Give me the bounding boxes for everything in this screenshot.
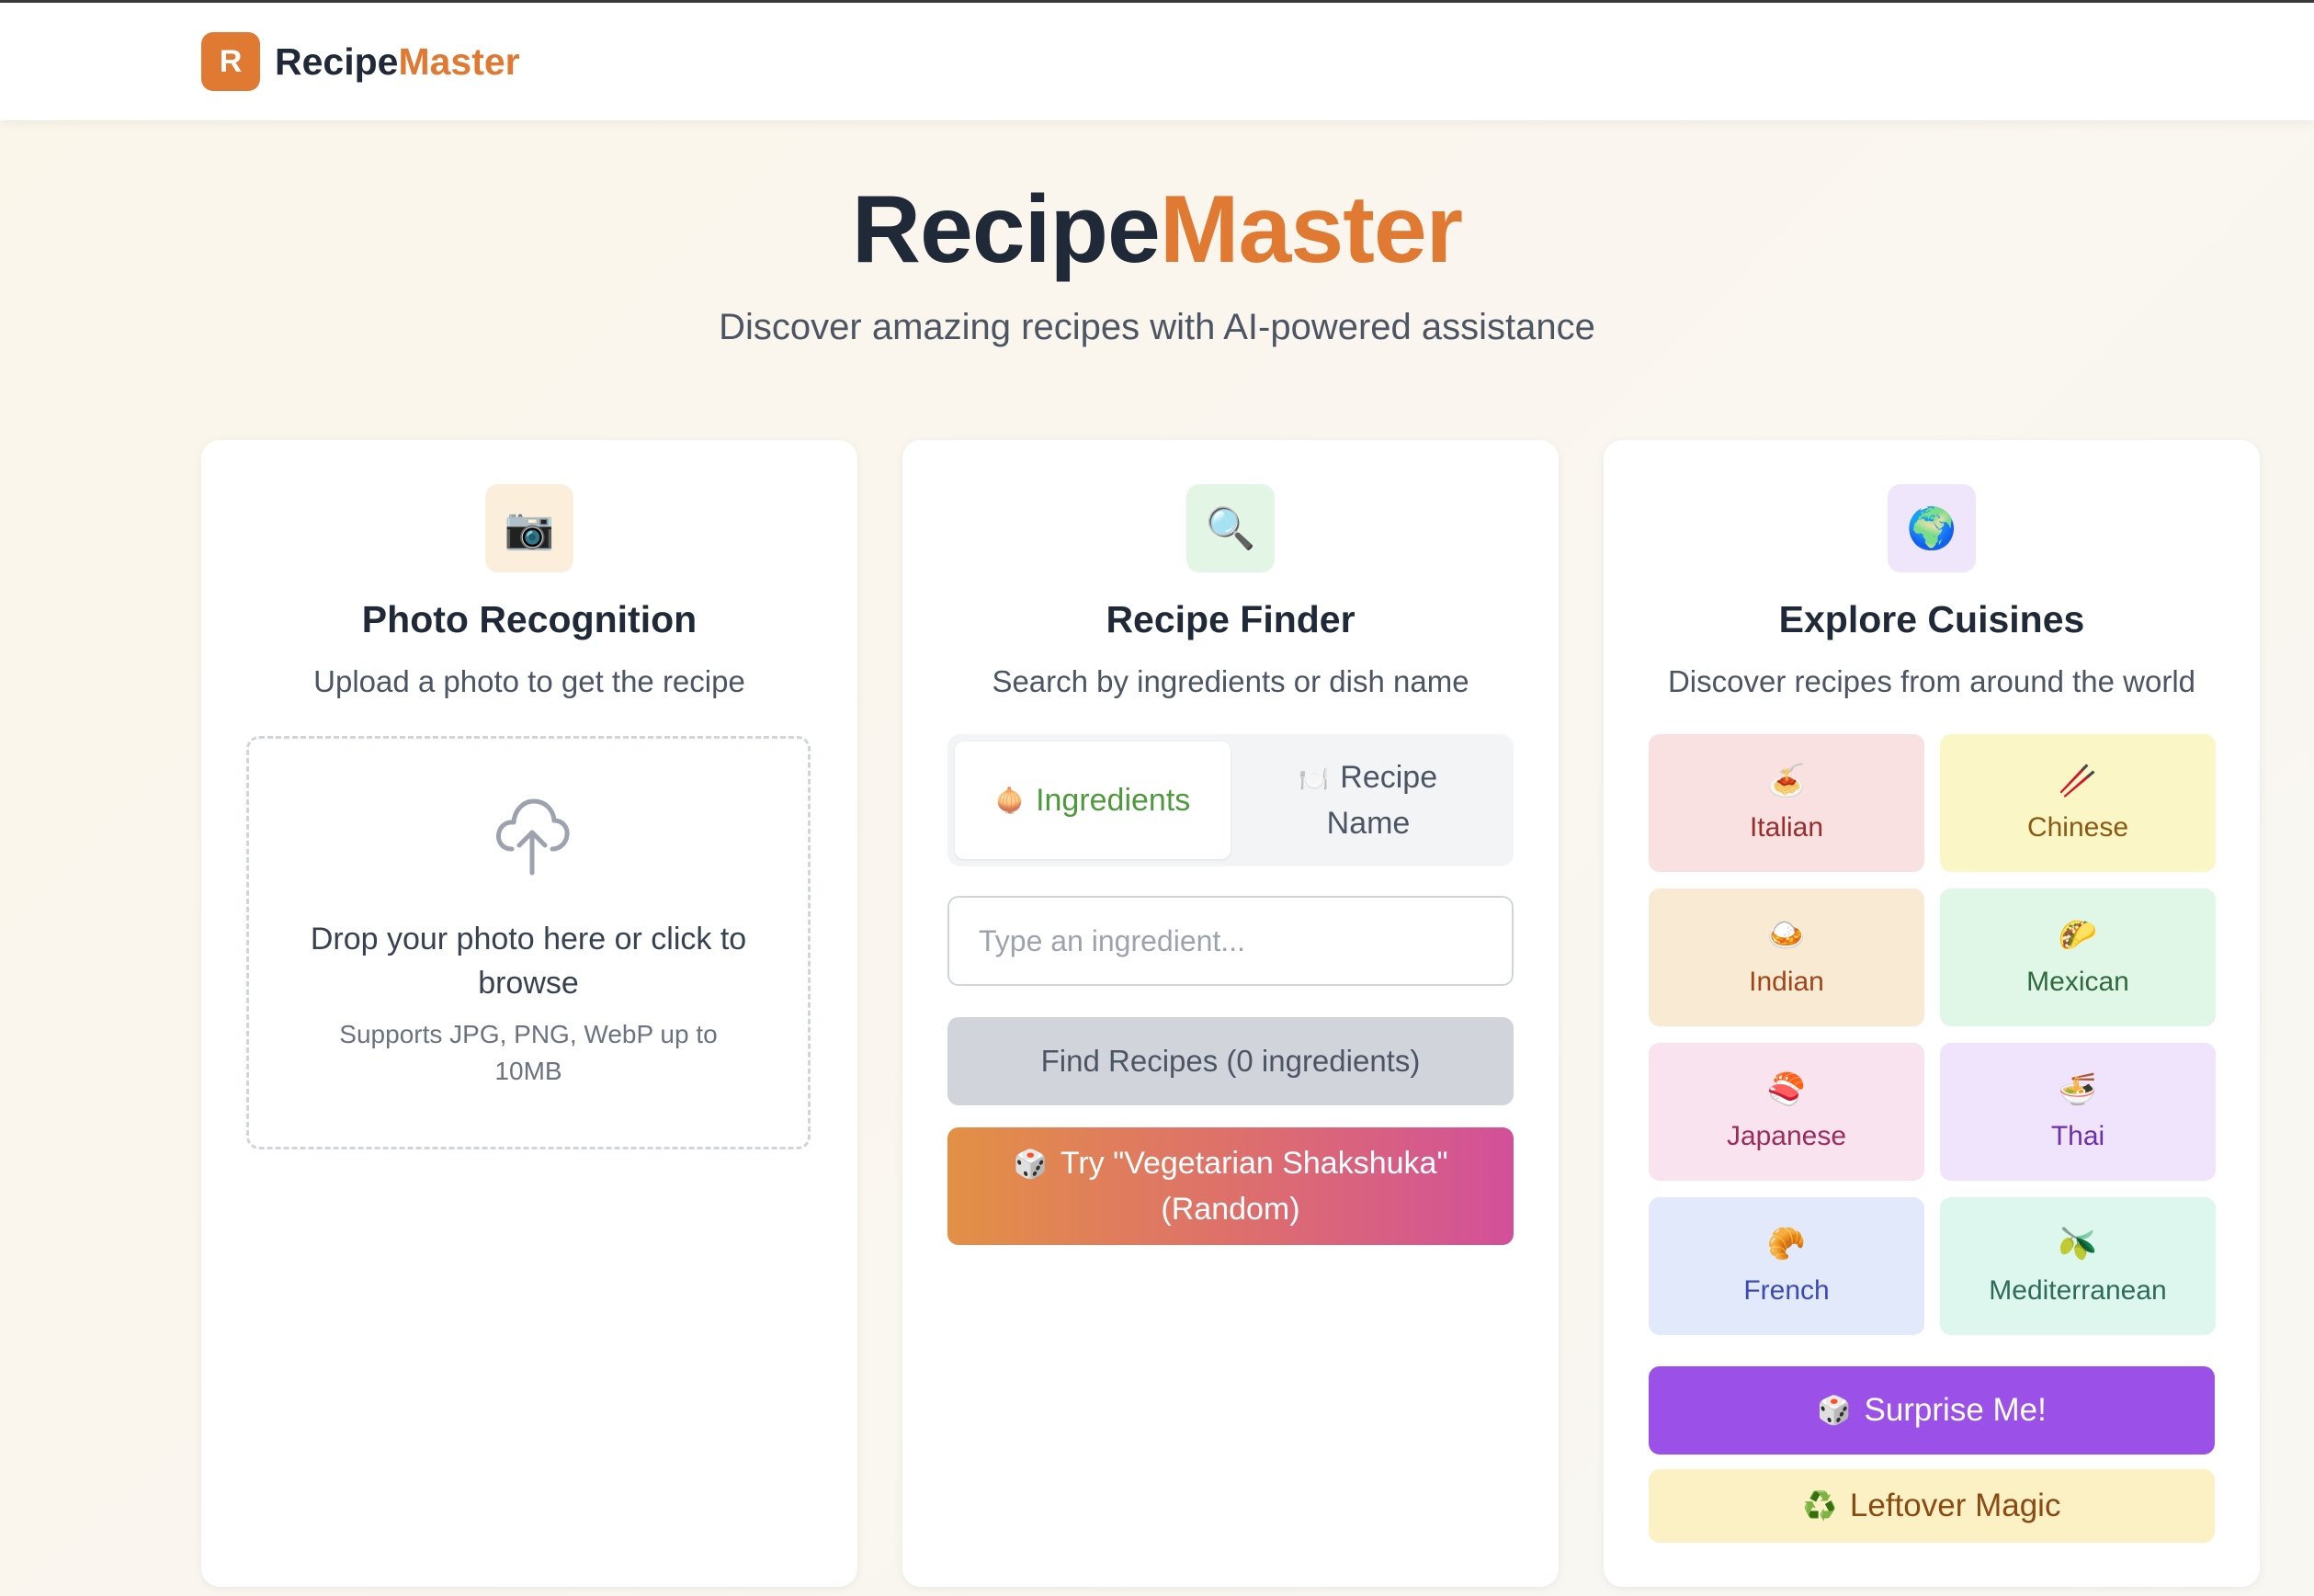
cuisine-mediterranean[interactable]: 🫒 Mediterranean (1940, 1197, 2216, 1335)
recipe-finder-card: 🔍 Recipe Finder Search by ingredients or… (902, 440, 1559, 1587)
cuisine-french[interactable]: 🥐 French (1649, 1197, 1924, 1335)
search-mode-tabs: 🧅 Ingredients 🍽️ Recipe Name (947, 734, 1514, 866)
onion-icon: 🧅 (994, 787, 1026, 814)
cuisine-label: Indian (1749, 967, 1824, 997)
cuisine-label: Thai (2050, 1121, 2105, 1151)
cuisine-mexican[interactable]: 🌮 Mexican (1940, 889, 2216, 1026)
cuisine-italian[interactable]: 🍝 Italian (1649, 734, 1924, 872)
plate-icon: 🍽️ (1299, 765, 1330, 793)
find-recipes-button[interactable]: Find Recipes (0 ingredients) (947, 1017, 1514, 1105)
card-title: Recipe Finder (1106, 598, 1356, 640)
cuisine-thai[interactable]: 🍜 Thai (1940, 1043, 2216, 1181)
cuisine-japanese[interactable]: 🍣 Japanese (1649, 1043, 1924, 1181)
cuisine-label: Mediterranean (1989, 1275, 2167, 1306)
dice-icon: 🎲 (1013, 1149, 1048, 1180)
brand-name-part2: Master (398, 40, 520, 83)
hero-title: RecipeMaster (0, 175, 2314, 285)
curry-icon: 🍛 (1766, 918, 1807, 953)
surprise-me-button[interactable]: 🎲 Surprise Me! (1649, 1366, 2215, 1455)
cuisine-label: Japanese (1726, 1121, 1847, 1151)
cuisine-chinese[interactable]: 🥢 Chinese (1940, 734, 2216, 872)
dice-icon: 🎲 (1817, 1395, 1852, 1426)
olive-icon: 🫒 (2058, 1227, 2098, 1262)
camera-icon: 📷 (485, 484, 573, 572)
chopsticks-icon: 🥢 (2058, 764, 2098, 798)
tab-recipe-name[interactable]: 🍽️ Recipe Name (1231, 741, 1506, 859)
photo-dropzone[interactable]: Drop your photo here or click to browse … (246, 736, 811, 1149)
ingredient-input[interactable] (947, 896, 1514, 986)
cloud-upload-icon (496, 798, 570, 876)
pasta-icon: 🍝 (1766, 764, 1807, 798)
globe-icon-glyph: 🌍 (1906, 506, 1957, 551)
dropzone-file-types: Supports JPG, PNG, WebP up to 10MB (339, 1020, 718, 1085)
surprise-button-label: Surprise Me! (1864, 1392, 2047, 1428)
card-subtitle: Discover recipes from around the world (1667, 664, 2196, 698)
dropzone-instructions: Drop your photo here or click to browse (310, 922, 747, 1001)
tab-label: Ingredients (1036, 783, 1191, 818)
globe-icon: 🌍 (1888, 484, 1976, 572)
tab-content: 🍽️ Recipe Name (1286, 755, 1451, 845)
noodle-bowl-icon: 🍜 (2058, 1072, 2098, 1107)
logo-badge[interactable]: R (201, 32, 260, 91)
cuisine-label: French (1743, 1275, 1830, 1306)
brand-name-part1: Recipe (275, 40, 399, 83)
recycle-icon: ♻️ (1802, 1490, 1837, 1522)
cuisine-indian[interactable]: 🍛 Indian (1649, 889, 1924, 1026)
sushi-icon: 🍣 (1766, 1072, 1807, 1107)
try-button-content: 🎲 Try "Vegetarian Shakshuka" (Random) (984, 1141, 1477, 1231)
tab-ingredients[interactable]: 🧅 Ingredients (955, 741, 1231, 859)
camera-icon-glyph: 📷 (504, 506, 555, 551)
card-title: Photo Recognition (361, 598, 698, 640)
photo-recognition-card: 📷 Photo Recognition Upload a photo to ge… (201, 440, 857, 1587)
leftover-button-label: Leftover Magic (1849, 1488, 2061, 1523)
explore-cuisines-card: 🌍 Explore Cuisines Discover recipes from… (1604, 440, 2260, 1587)
magnifier-icon-glyph: 🔍 (1205, 506, 1256, 551)
hero-subtitle: Discover amazing recipes with AI-powered… (719, 307, 1595, 347)
card-title: Explore Cuisines (1778, 598, 2085, 640)
cuisine-label: Italian (1749, 812, 1824, 843)
try-button-label: Try "Vegetarian Shakshuka" (Random) (1060, 1146, 1448, 1227)
brand-name[interactable]: RecipeMaster (275, 38, 520, 85)
cuisine-label: Chinese (2026, 812, 2129, 843)
navbar: R RecipeMaster (0, 3, 2314, 120)
try-random-recipe-button[interactable]: 🎲 Try "Vegetarian Shakshuka" (Random) (947, 1127, 1514, 1245)
cuisine-label: Mexican (2026, 967, 2129, 997)
tab-label: Recipe Name (1326, 760, 1438, 841)
magnifier-icon: 🔍 (1186, 484, 1275, 572)
leftover-magic-button[interactable]: ♻️ Leftover Magic (1649, 1469, 2215, 1543)
card-subtitle: Upload a photo to get the recipe (313, 664, 745, 698)
card-subtitle: Search by ingredients or dish name (992, 664, 1469, 698)
hero-title-part1: Recipe (851, 176, 1161, 283)
croissant-icon: 🥐 (1766, 1227, 1807, 1262)
taco-icon: 🌮 (2058, 918, 2098, 953)
hero-title-part2: Master (1159, 176, 1463, 283)
